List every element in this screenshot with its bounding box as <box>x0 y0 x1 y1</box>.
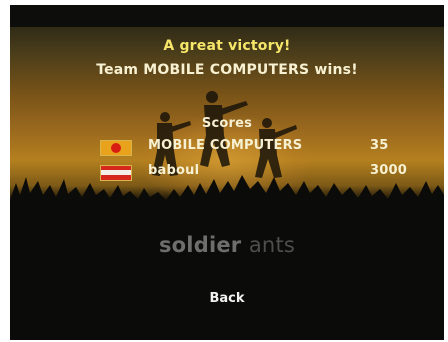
victory-screen: A great victory! Team MOBILE COMPUTERS w… <box>10 5 444 340</box>
game-logo: soldier ants <box>10 233 444 257</box>
team-name: baboul <box>148 163 200 178</box>
scores-heading: Scores <box>201 116 253 131</box>
grass-silhouette <box>10 175 444 340</box>
team-score: 3000 <box>370 163 407 178</box>
team-score: 35 <box>370 138 389 153</box>
back-button[interactable]: Back <box>197 286 257 310</box>
flag-red-star-icon <box>100 140 132 156</box>
game-screen: A great victory! Team MOBILE COMPUTERS w… <box>0 0 448 342</box>
logo-word: soldier <box>158 233 242 257</box>
flag-red-white-stripe-icon <box>100 165 132 181</box>
victory-title: A great victory! <box>163 38 291 54</box>
winner-announcement: Team MOBILE COMPUTERS wins! <box>96 62 358 78</box>
logo-word: ants <box>248 233 296 257</box>
team-name: MOBILE COMPUTERS <box>148 138 303 153</box>
